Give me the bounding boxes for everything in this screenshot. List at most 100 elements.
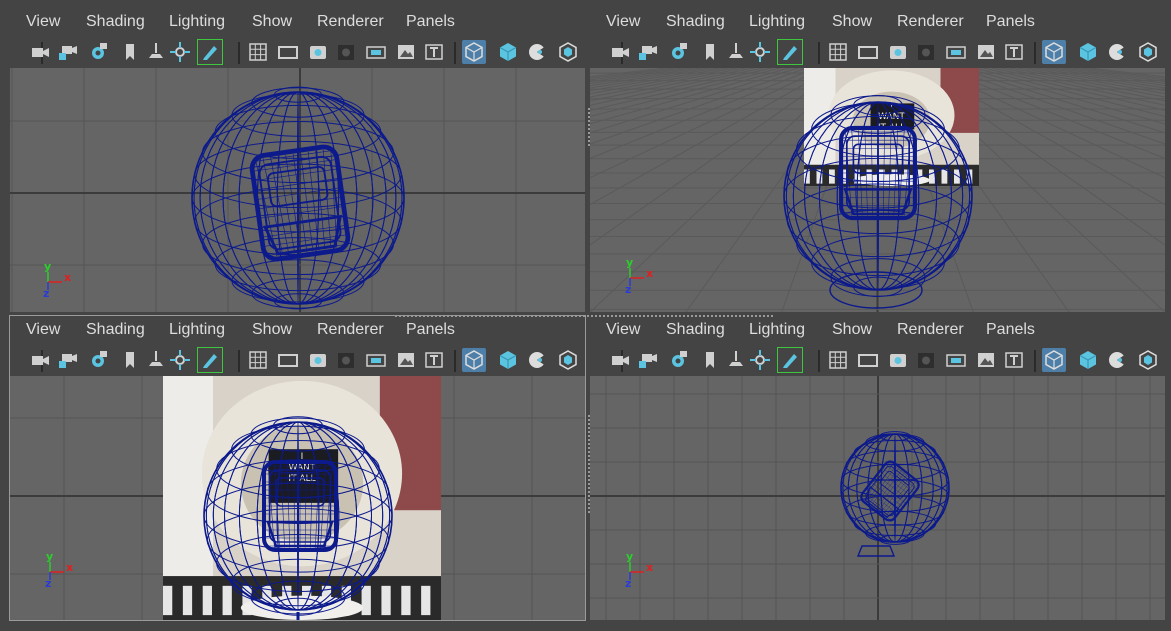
safe-title-icon[interactable] — [422, 40, 446, 64]
bookmark-icon[interactable] — [698, 348, 722, 372]
menu-lighting[interactable]: Lighting — [749, 8, 805, 36]
gate-mask-icon[interactable] — [914, 40, 938, 64]
viewport-canvas[interactable]: yx z — [10, 68, 585, 312]
grease-pencil-icon[interactable] — [197, 347, 223, 373]
vertical-splitter-bottom[interactable] — [588, 415, 590, 515]
menu-panels[interactable]: Panels — [406, 316, 455, 344]
default-material-icon[interactable] — [1136, 348, 1160, 372]
camera-icon[interactable] — [28, 348, 52, 372]
menu-show[interactable]: Show — [832, 8, 872, 36]
film-gate-icon[interactable] — [856, 348, 880, 372]
camera-icon[interactable] — [608, 40, 632, 64]
default-material-icon[interactable] — [556, 348, 580, 372]
safe-title-icon[interactable] — [1002, 348, 1026, 372]
viewport-canvas[interactable]: I WANT IT ALL y x z — [10, 376, 585, 620]
camera-icon[interactable] — [608, 348, 632, 372]
film-gate-icon[interactable] — [856, 40, 880, 64]
menu-show[interactable]: Show — [832, 316, 872, 344]
grease-pencil-icon[interactable] — [777, 39, 803, 65]
default-material-icon[interactable] — [556, 40, 580, 64]
field-chart-icon[interactable] — [944, 40, 968, 64]
image-plane-icon[interactable] — [724, 348, 748, 372]
grid-icon[interactable] — [246, 40, 270, 64]
wireframe-icon[interactable] — [462, 348, 486, 372]
viewport-panel-top-left[interactable]: View Shading Lighting Show Renderer Panels y x z — [10, 8, 585, 312]
menu-view[interactable]: View — [606, 316, 640, 344]
menu-lighting[interactable]: Lighting — [749, 316, 805, 344]
resolution-gate-icon[interactable] — [886, 348, 910, 372]
safe-title-icon[interactable] — [1002, 40, 1026, 64]
wireframe-icon[interactable] — [462, 40, 486, 64]
smooth-shade-icon[interactable] — [496, 40, 520, 64]
resolution-gate-icon[interactable] — [306, 40, 330, 64]
bookmark-icon[interactable] — [118, 348, 142, 372]
image-plane-icon[interactable] — [724, 40, 748, 64]
viewport-canvas[interactable]: I WANT IT ALL y x z — [590, 68, 1165, 312]
resolution-gate-icon[interactable] — [306, 348, 330, 372]
bookmark-icon[interactable] — [118, 40, 142, 64]
wireframe-sphere[interactable] — [840, 431, 950, 545]
safe-action-icon[interactable] — [394, 348, 418, 372]
camera-attributes-icon[interactable] — [666, 40, 690, 64]
safe-action-icon[interactable] — [974, 40, 998, 64]
menu-renderer[interactable]: Renderer — [897, 316, 964, 344]
safe-action-icon[interactable] — [974, 348, 998, 372]
camera-attributes-icon[interactable] — [86, 348, 110, 372]
camera-lock-icon[interactable] — [636, 40, 660, 64]
menu-view[interactable]: View — [606, 8, 640, 36]
menu-lighting[interactable]: Lighting — [169, 8, 225, 36]
gate-mask-icon[interactable] — [914, 348, 938, 372]
menu-shading[interactable]: Shading — [666, 8, 725, 36]
camera-attributes-icon[interactable] — [666, 348, 690, 372]
frame-all-icon[interactable] — [748, 348, 772, 372]
safe-title-icon[interactable] — [422, 348, 446, 372]
camera-attributes-icon[interactable] — [86, 40, 110, 64]
smooth-shade-icon[interactable] — [1076, 348, 1100, 372]
horizontal-splitter[interactable] — [395, 315, 775, 317]
gate-mask-icon[interactable] — [334, 348, 358, 372]
textured-icon[interactable] — [1106, 348, 1130, 372]
camera-lock-icon[interactable] — [636, 348, 660, 372]
menu-shading[interactable]: Shading — [86, 316, 145, 344]
menu-renderer[interactable]: Renderer — [317, 8, 384, 36]
gate-mask-icon[interactable] — [334, 40, 358, 64]
smooth-shade-icon[interactable] — [496, 348, 520, 372]
image-plane-icon[interactable] — [144, 348, 168, 372]
textured-icon[interactable] — [526, 40, 550, 64]
default-material-icon[interactable] — [1136, 40, 1160, 64]
grease-pencil-icon[interactable] — [777, 347, 803, 373]
safe-action-icon[interactable] — [394, 40, 418, 64]
frame-all-icon[interactable] — [168, 348, 192, 372]
menu-shading[interactable]: Shading — [666, 316, 725, 344]
viewport-panel-bottom-right[interactable]: View Shading Lighting Show Renderer Panels y x z — [590, 316, 1165, 620]
textured-icon[interactable] — [526, 348, 550, 372]
bookmark-icon[interactable] — [698, 40, 722, 64]
grease-pencil-icon[interactable] — [197, 39, 223, 65]
grid-icon[interactable] — [826, 348, 850, 372]
menu-renderer[interactable]: Renderer — [897, 8, 964, 36]
menu-renderer[interactable]: Renderer — [317, 316, 384, 344]
wireframe-icon[interactable] — [1042, 348, 1066, 372]
image-plane-icon[interactable] — [144, 40, 168, 64]
film-gate-icon[interactable] — [276, 348, 300, 372]
frame-all-icon[interactable] — [168, 40, 192, 64]
vertical-splitter-top[interactable] — [588, 108, 590, 148]
resolution-gate-icon[interactable] — [886, 40, 910, 64]
menu-panels[interactable]: Panels — [986, 8, 1035, 36]
menu-panels[interactable]: Panels — [986, 316, 1035, 344]
menu-view[interactable]: View — [26, 8, 60, 36]
field-chart-icon[interactable] — [364, 40, 388, 64]
camera-lock-icon[interactable] — [56, 348, 80, 372]
menu-lighting[interactable]: Lighting — [169, 316, 225, 344]
menu-show[interactable]: Show — [252, 8, 292, 36]
camera-lock-icon[interactable] — [56, 40, 80, 64]
frame-all-icon[interactable] — [748, 40, 772, 64]
menu-panels[interactable]: Panels — [406, 8, 455, 36]
smooth-shade-icon[interactable] — [1076, 40, 1100, 64]
field-chart-icon[interactable] — [364, 348, 388, 372]
film-gate-icon[interactable] — [276, 40, 300, 64]
viewport-canvas[interactable]: yx z — [590, 376, 1165, 620]
camera-icon[interactable] — [28, 40, 52, 64]
menu-show[interactable]: Show — [252, 316, 292, 344]
field-chart-icon[interactable] — [944, 348, 968, 372]
